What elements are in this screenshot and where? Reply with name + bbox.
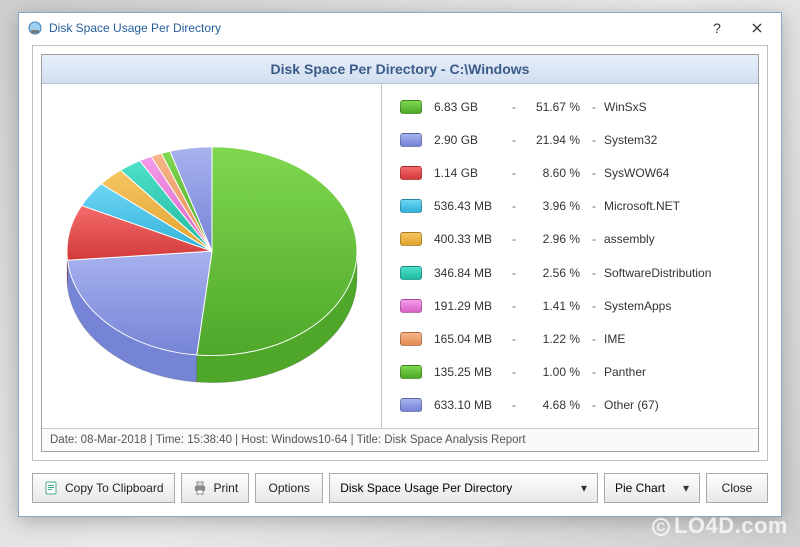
legend-percent: 2.56 % bbox=[526, 266, 584, 280]
pie-chart-area bbox=[42, 84, 382, 428]
legend-size: 346.84 MB bbox=[434, 266, 512, 280]
legend-name: WinSxS bbox=[604, 100, 746, 114]
legend-name: Other (67) bbox=[604, 398, 746, 412]
legend-swatch bbox=[400, 100, 422, 114]
options-button[interactable]: Options bbox=[255, 473, 323, 503]
legend-swatch bbox=[400, 232, 422, 246]
report-box: Disk Space Per Directory - C:\Windows 6.… bbox=[41, 54, 759, 452]
titlebar: Disk Space Usage Per Directory ? bbox=[19, 13, 781, 43]
legend-percent: 1.41 % bbox=[526, 299, 584, 313]
legend-swatch bbox=[400, 365, 422, 379]
legend-row: 1.14 GB-8.60 %-SysWOW64 bbox=[400, 158, 746, 188]
close-label: Close bbox=[722, 481, 753, 495]
report-type-select[interactable]: Disk Space Usage Per Directory ▾ bbox=[329, 473, 598, 503]
legend-size: 165.04 MB bbox=[434, 332, 512, 346]
legend-row: 346.84 MB-2.56 %-SoftwareDistribution bbox=[400, 258, 746, 288]
legend-row: 165.04 MB-1.22 %-IME bbox=[400, 324, 746, 354]
legend-row: 400.33 MB-2.96 %-assembly bbox=[400, 224, 746, 254]
button-bar: Copy To Clipboard Print Options Disk Spa… bbox=[32, 473, 768, 503]
legend-name: SystemApps bbox=[604, 299, 746, 313]
options-label: Options bbox=[269, 481, 310, 495]
close-window-button[interactable] bbox=[737, 14, 777, 42]
pie-chart bbox=[57, 111, 367, 401]
legend-row: 191.29 MB-1.41 %-SystemApps bbox=[400, 291, 746, 321]
legend-percent: 1.22 % bbox=[526, 332, 584, 346]
printer-icon bbox=[192, 480, 208, 496]
legend-size: 135.25 MB bbox=[434, 365, 512, 379]
print-label: Print bbox=[214, 481, 239, 495]
window-title: Disk Space Usage Per Directory bbox=[49, 21, 697, 35]
legend-percent: 8.60 % bbox=[526, 166, 584, 180]
legend-row: 135.25 MB-1.00 %-Panther bbox=[400, 357, 746, 387]
pie-slice bbox=[67, 251, 211, 355]
legend-size: 191.29 MB bbox=[434, 299, 512, 313]
legend-percent: 3.96 % bbox=[526, 199, 584, 213]
legend-row: 6.83 GB-51.67 %-WinSxS bbox=[400, 92, 746, 122]
report-title: Disk Space Per Directory - C:\Windows bbox=[42, 55, 758, 84]
chevron-down-icon: ▾ bbox=[575, 481, 593, 495]
legend-percent: 21.94 % bbox=[526, 133, 584, 147]
legend-size: 633.10 MB bbox=[434, 398, 512, 412]
legend-size: 1.14 GB bbox=[434, 166, 512, 180]
legend-percent: 2.96 % bbox=[526, 232, 584, 246]
legend: 6.83 GB-51.67 %-WinSxS2.90 GB-21.94 %-Sy… bbox=[382, 84, 758, 428]
chart-type-value: Pie Chart bbox=[615, 481, 677, 495]
legend-swatch bbox=[400, 199, 422, 213]
legend-percent: 1.00 % bbox=[526, 365, 584, 379]
legend-percent: 4.68 % bbox=[526, 398, 584, 412]
legend-size: 536.43 MB bbox=[434, 199, 512, 213]
chevron-down-icon: ▾ bbox=[677, 481, 695, 495]
print-button[interactable]: Print bbox=[181, 473, 250, 503]
app-icon bbox=[27, 20, 43, 36]
legend-name: Panther bbox=[604, 365, 746, 379]
legend-name: System32 bbox=[604, 133, 746, 147]
legend-swatch bbox=[400, 133, 422, 147]
legend-row: 536.43 MB-3.96 %-Microsoft.NET bbox=[400, 191, 746, 221]
legend-name: SoftwareDistribution bbox=[604, 266, 746, 280]
legend-name: Microsoft.NET bbox=[604, 199, 746, 213]
copy-to-clipboard-label: Copy To Clipboard bbox=[65, 481, 164, 495]
legend-size: 6.83 GB bbox=[434, 100, 512, 114]
help-button[interactable]: ? bbox=[697, 14, 737, 42]
report-type-value: Disk Space Usage Per Directory bbox=[340, 481, 575, 495]
clipboard-icon bbox=[43, 480, 59, 496]
close-button[interactable]: Close bbox=[706, 473, 768, 503]
legend-row: 633.10 MB-4.68 %-Other (67) bbox=[400, 390, 746, 420]
legend-percent: 51.67 % bbox=[526, 100, 584, 114]
report-body: 6.83 GB-51.67 %-WinSxS2.90 GB-21.94 %-Sy… bbox=[42, 84, 758, 429]
legend-size: 2.90 GB bbox=[434, 133, 512, 147]
legend-size: 400.33 MB bbox=[434, 232, 512, 246]
content-frame: Disk Space Per Directory - C:\Windows 6.… bbox=[32, 45, 768, 461]
legend-swatch bbox=[400, 299, 422, 313]
legend-swatch bbox=[400, 266, 422, 280]
legend-swatch bbox=[400, 166, 422, 180]
legend-swatch bbox=[400, 332, 422, 346]
legend-name: assembly bbox=[604, 232, 746, 246]
copy-to-clipboard-button[interactable]: Copy To Clipboard bbox=[32, 473, 175, 503]
legend-name: SysWOW64 bbox=[604, 166, 746, 180]
legend-swatch bbox=[400, 398, 422, 412]
chart-type-select[interactable]: Pie Chart ▾ bbox=[604, 473, 700, 503]
dialog-window: Disk Space Usage Per Directory ? Disk Sp… bbox=[18, 12, 782, 517]
legend-row: 2.90 GB-21.94 %-System32 bbox=[400, 125, 746, 155]
report-footer: Date: 08-Mar-2018 | Time: 15:38:40 | Hos… bbox=[42, 429, 758, 451]
legend-name: IME bbox=[604, 332, 746, 346]
